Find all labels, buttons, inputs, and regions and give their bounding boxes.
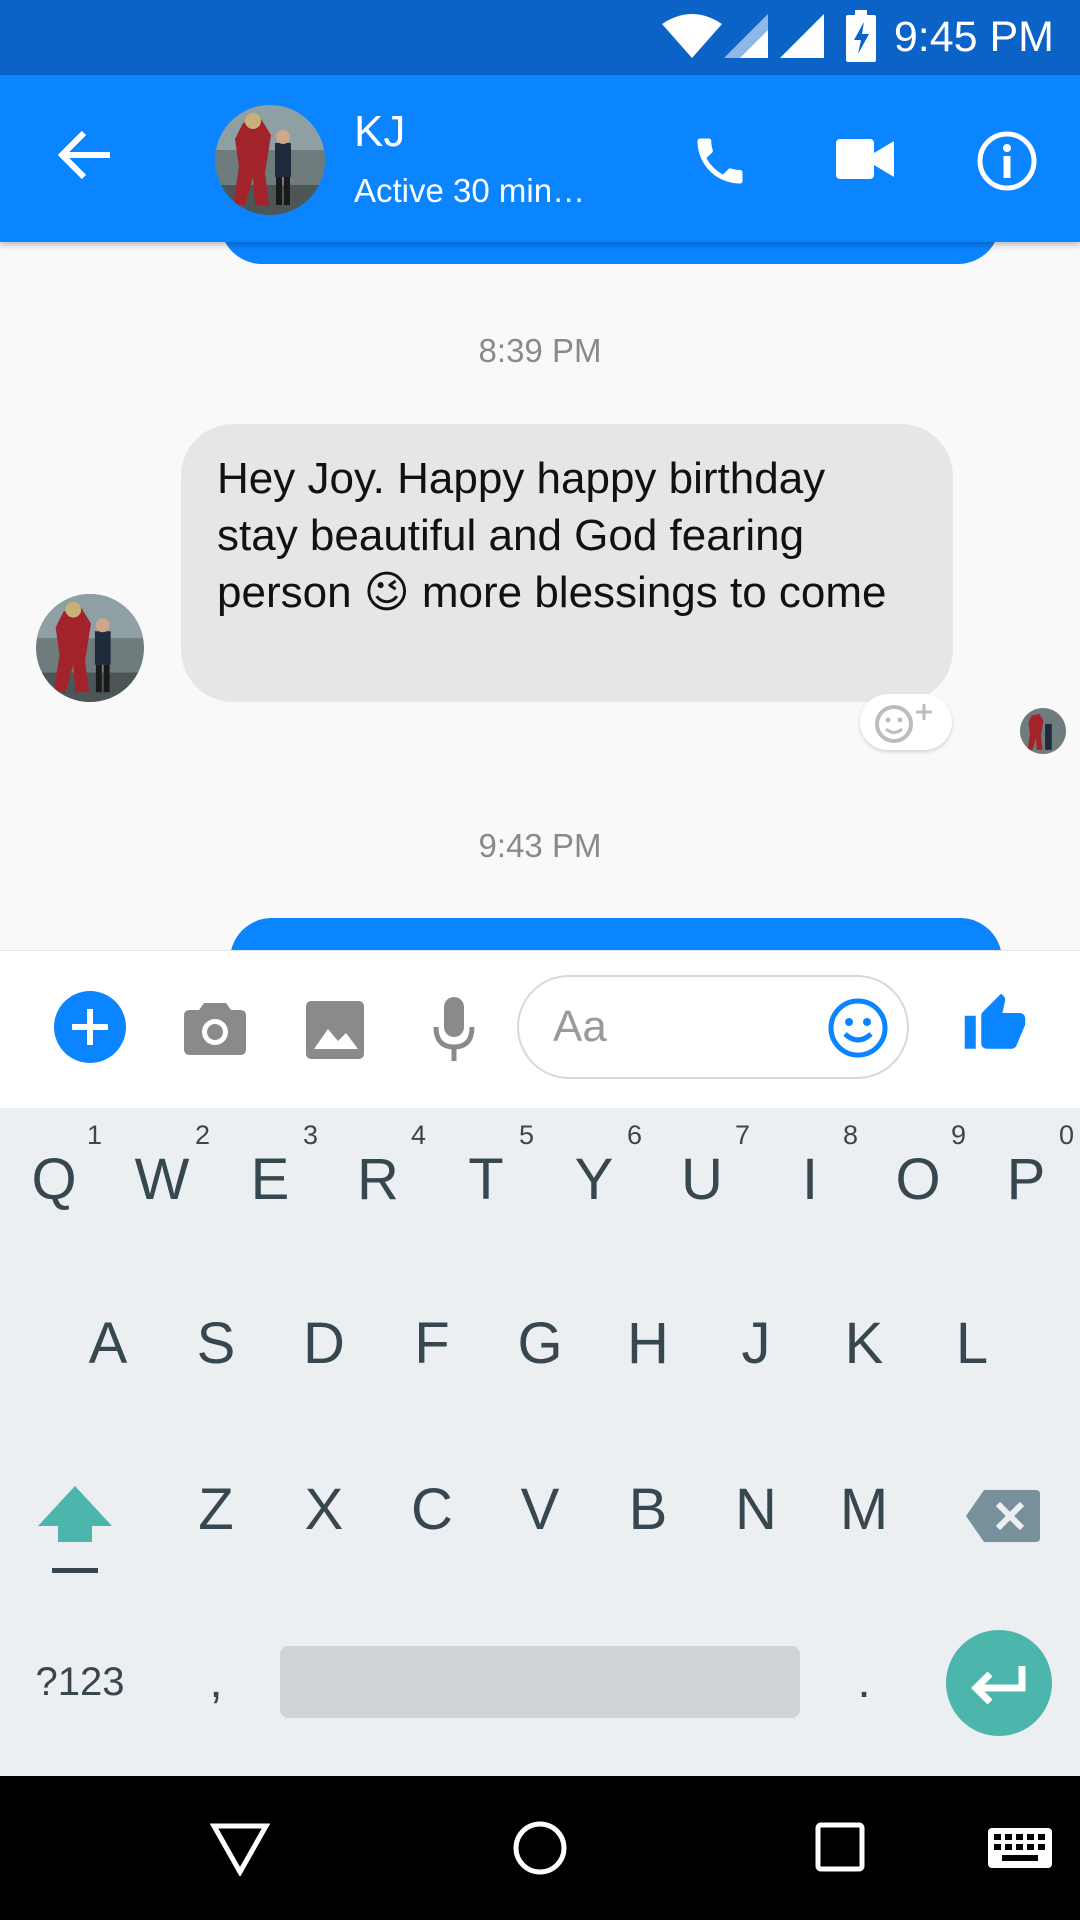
key-n[interactable]: N (702, 1440, 810, 1580)
system-navigation-bar (0, 1776, 1080, 1920)
contact-name[interactable]: KJ (354, 107, 405, 157)
status-time: 9:45 PM (893, 13, 1054, 61)
conversation-header: KJ Active 30 min… (0, 75, 1080, 242)
status-bar: 9:45 PM (0, 0, 1080, 75)
battery-charging-icon (846, 10, 876, 62)
sent-message-bubble[interactable] (220, 242, 1000, 264)
camera-icon[interactable] (184, 999, 246, 1055)
video-call-icon[interactable] (836, 137, 894, 181)
add-reaction-button[interactable] (860, 694, 952, 750)
seen-receipt-avatar (1020, 708, 1066, 754)
key-u[interactable]: U7 (648, 1110, 756, 1250)
message-thread[interactable]: 8:39 PM Hey Joy. Happy happy birthday st… (0, 242, 1080, 950)
key-l[interactable]: L (918, 1274, 1026, 1414)
key-x[interactable]: X (270, 1440, 378, 1580)
enter-arrow-icon (971, 1666, 1026, 1705)
backspace-icon (966, 1490, 1040, 1542)
contact-avatar[interactable] (215, 105, 325, 215)
back-triangle-icon[interactable] (210, 1822, 270, 1876)
key-c[interactable]: C (378, 1440, 486, 1580)
key-y[interactable]: Y6 (540, 1110, 648, 1250)
period-key[interactable]: . (824, 1640, 904, 1724)
sender-avatar[interactable] (36, 594, 144, 702)
microphone-icon[interactable] (432, 997, 476, 1063)
key-t[interactable]: T5 (432, 1110, 540, 1250)
more-actions-button[interactable] (54, 991, 126, 1063)
key-e[interactable]: E3 (216, 1110, 324, 1250)
key-m[interactable]: M (810, 1440, 918, 1580)
comma-key[interactable]: , (176, 1640, 256, 1724)
symbols-key[interactable]: ?123 (0, 1640, 160, 1724)
recents-square-icon[interactable] (815, 1822, 865, 1872)
key-j[interactable]: J (702, 1274, 810, 1414)
key-q[interactable]: Q1 (0, 1110, 108, 1250)
message-composer (0, 950, 1080, 1109)
cell-signal-icon (724, 14, 768, 58)
key-z[interactable]: Z (162, 1440, 270, 1580)
key-v[interactable]: V (486, 1440, 594, 1580)
sent-message-bubble[interactable] (230, 918, 1002, 950)
key-g[interactable]: G (486, 1274, 594, 1414)
plus-icon (72, 1009, 108, 1045)
message-timestamp: 8:39 PM (478, 332, 602, 369)
phone-call-icon[interactable] (690, 131, 750, 191)
backspace-key[interactable] (966, 1488, 1042, 1544)
shift-arrow-icon (38, 1486, 112, 1573)
key-a[interactable]: A (54, 1274, 162, 1414)
contact-active-status: Active 30 min… (354, 172, 586, 209)
gallery-icon[interactable] (306, 1001, 364, 1059)
key-b[interactable]: B (594, 1440, 702, 1580)
message-timestamp: 9:43 PM (478, 827, 602, 864)
key-s[interactable]: S (162, 1274, 270, 1414)
home-circle-icon[interactable] (512, 1820, 568, 1876)
info-icon[interactable] (976, 130, 1038, 192)
space-key[interactable] (280, 1646, 800, 1718)
received-message-bubble[interactable]: Hey Joy. Happy happy birthday stay beaut… (181, 424, 953, 702)
on-screen-keyboard: Q1 W2 E3 R4 T5 Y6 U7 I8 O9 P0 A S D F G … (0, 1108, 1080, 1776)
key-o[interactable]: O9 (864, 1110, 972, 1250)
wifi-icon (662, 14, 722, 58)
shift-key[interactable] (30, 1480, 120, 1580)
back-arrow-icon[interactable] (58, 130, 112, 180)
key-r[interactable]: R4 (324, 1110, 432, 1250)
cell-signal-icon (780, 14, 824, 58)
key-h[interactable]: H (594, 1274, 702, 1414)
key-f[interactable]: F (378, 1274, 486, 1414)
keyboard-switch-icon[interactable] (988, 1828, 1052, 1868)
key-p[interactable]: P0 (972, 1110, 1080, 1250)
key-i[interactable]: I8 (756, 1110, 864, 1250)
key-w[interactable]: W2 (108, 1110, 216, 1250)
key-d[interactable]: D (270, 1274, 378, 1414)
emoji-icon[interactable] (827, 997, 889, 1059)
enter-key[interactable] (946, 1630, 1052, 1736)
key-k[interactable]: K (810, 1274, 918, 1414)
thumbs-up-icon[interactable] (962, 991, 1028, 1057)
